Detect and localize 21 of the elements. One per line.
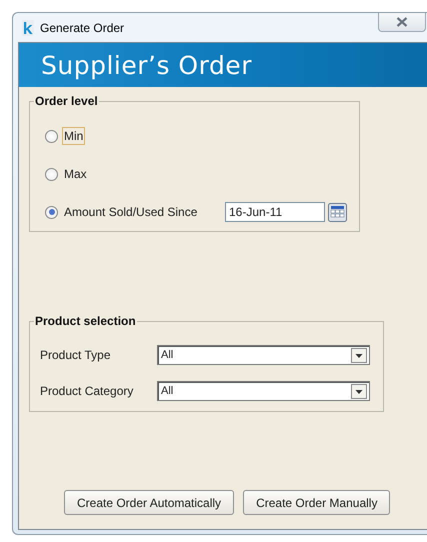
group-title: Product selection xyxy=(34,314,137,328)
dropdown-field[interactable]: All xyxy=(157,381,370,401)
app-logo-icon xyxy=(22,20,34,36)
close-button[interactable] xyxy=(378,13,426,32)
group-title: Order level xyxy=(34,94,99,108)
calendar-icon[interactable] xyxy=(328,202,347,222)
field-label: Product Category xyxy=(40,384,134,398)
action-button[interactable]: Create Order Automatically xyxy=(64,490,234,515)
option-label: Amount Sold/Used Since xyxy=(63,204,198,221)
radio-button[interactable] xyxy=(45,130,58,142)
close-icon[interactable] xyxy=(396,17,408,27)
radio-button[interactable] xyxy=(45,206,58,218)
dropdown-field[interactable]: All xyxy=(157,345,370,365)
header-banner: Supplier’s Order xyxy=(19,43,427,87)
option-label: Max xyxy=(63,166,88,183)
action-button[interactable]: Create Order Manually xyxy=(243,490,390,515)
field-label: Product Type xyxy=(40,348,112,362)
radio-button[interactable] xyxy=(45,168,58,180)
option-label: Min xyxy=(62,127,86,145)
window-title: Generate Order xyxy=(40,20,124,34)
date-field[interactable]: 16-Jun-11 xyxy=(225,202,325,222)
